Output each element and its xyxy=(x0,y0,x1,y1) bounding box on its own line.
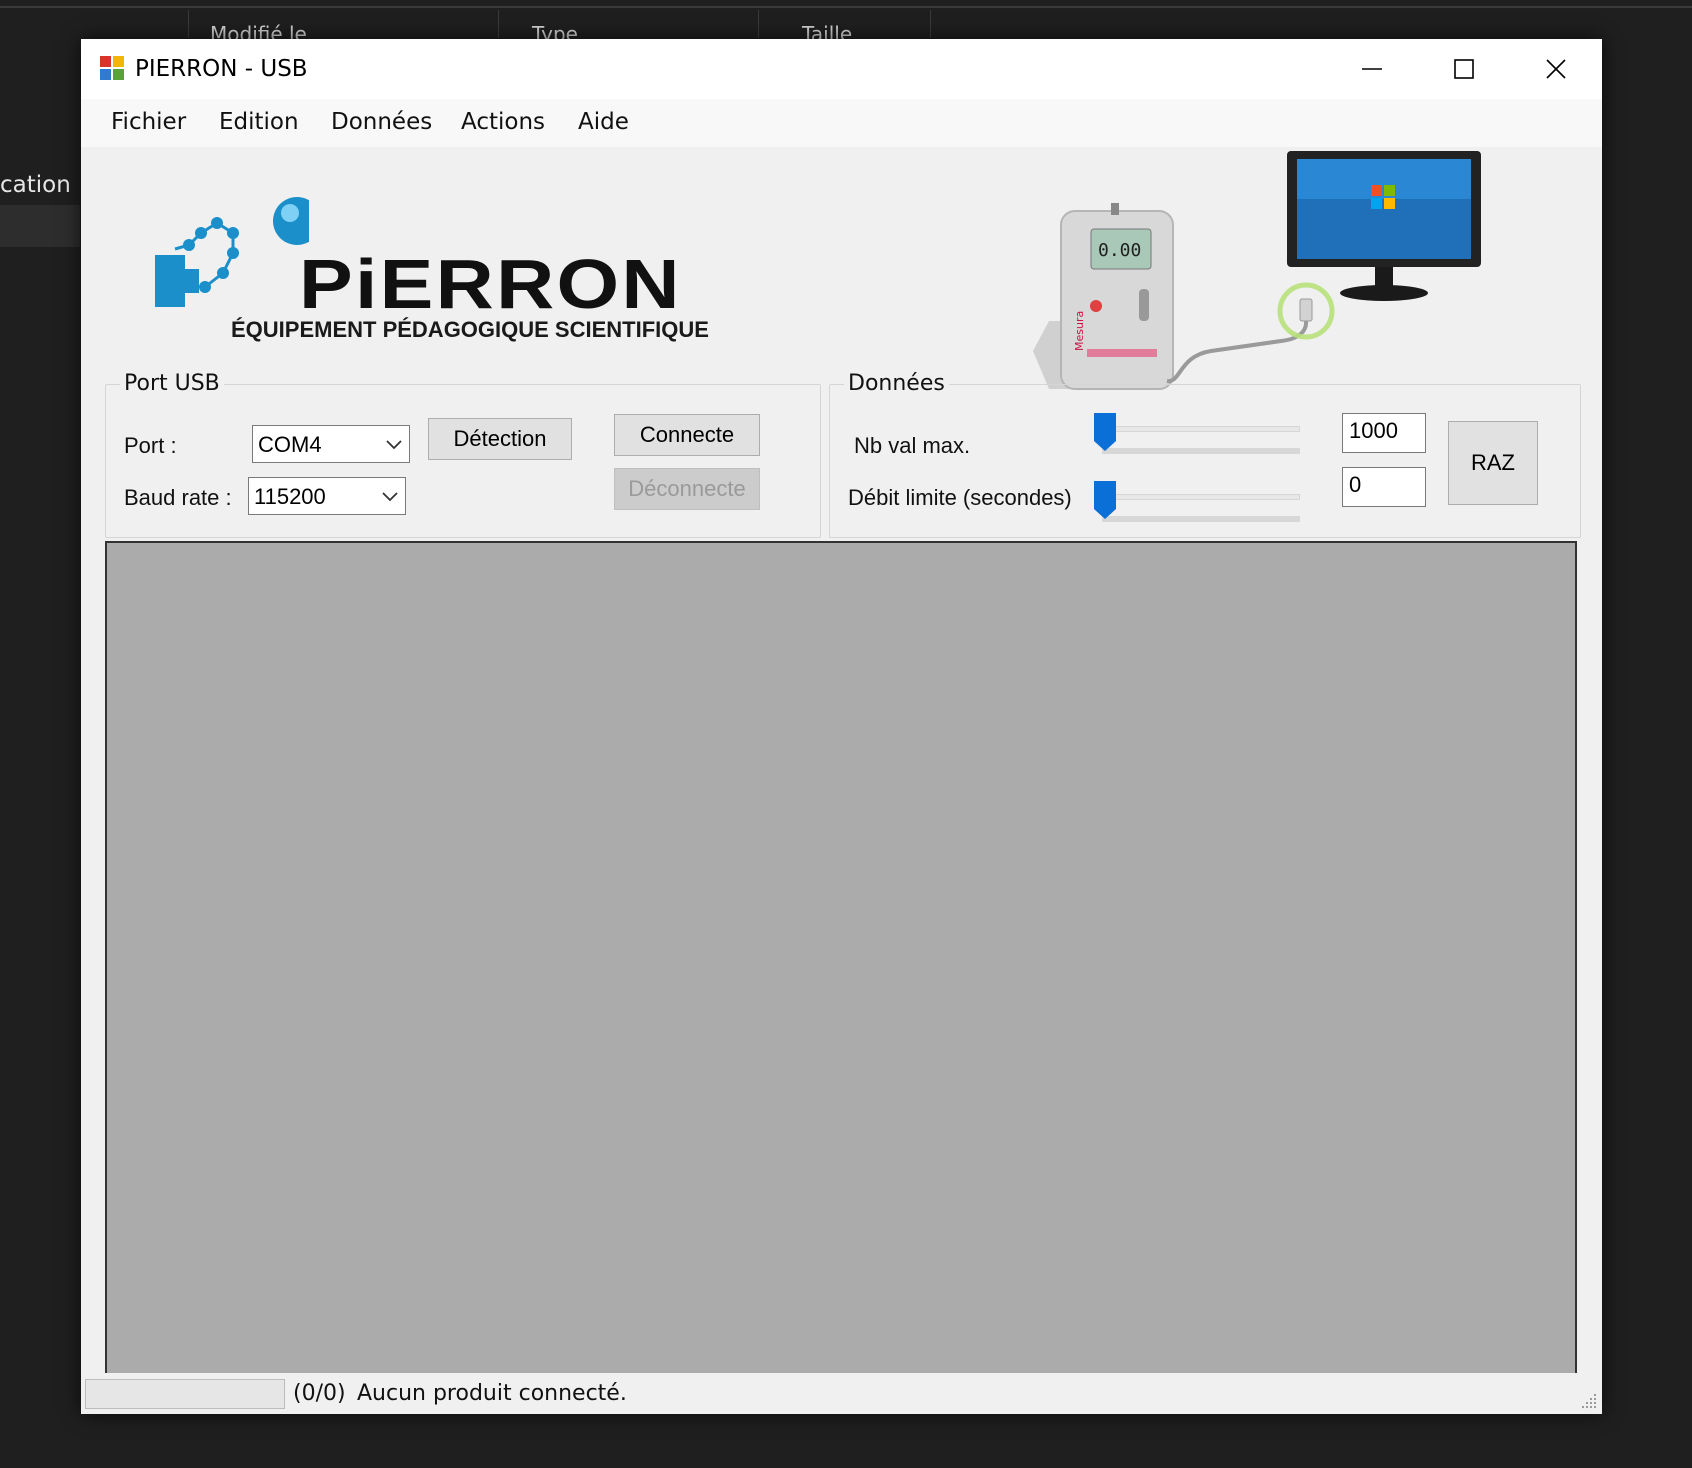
rate-limit-slider-ticks xyxy=(1102,516,1300,522)
max-values-slider-ticks xyxy=(1102,448,1300,454)
baud-rate-label: Baud rate : xyxy=(124,485,232,510)
background-top-line xyxy=(0,6,1692,8)
rate-limit-input[interactable]: 0 xyxy=(1342,467,1426,507)
detection-button[interactable]: Détection xyxy=(428,418,572,460)
rate-limit-label: Débit limite (secondes) xyxy=(848,485,1072,510)
maximize-button[interactable] xyxy=(1419,39,1509,99)
data-group: Données Nb val max. 1000 Débit limite (s… xyxy=(829,371,1581,538)
rate-limit-slider-track[interactable] xyxy=(1094,494,1300,500)
logo-tagline: ÉQUIPEMENT PÉDAGOGIQUE SCIENTIFIQUE xyxy=(231,317,709,342)
reset-button[interactable]: RAZ xyxy=(1448,421,1538,505)
menu-edition[interactable]: Edition xyxy=(219,109,299,135)
pierron-usb-window: PIERRON - USB Fichier Edition Données Ac… xyxy=(81,39,1602,1414)
data-chart-area[interactable] xyxy=(105,541,1577,1373)
maximize-icon xyxy=(1454,59,1474,79)
menu-bar: Fichier Edition Données Actions Aide xyxy=(81,99,1602,147)
usb-group-title: Port USB xyxy=(120,371,224,396)
baud-rate-select[interactable]: 115200 xyxy=(248,477,406,515)
device-connection-illustration: 0.00 Mesura xyxy=(1033,151,1481,390)
window-title: PIERRON - USB xyxy=(135,56,308,82)
menu-fichier[interactable]: Fichier xyxy=(111,109,186,135)
usb-port-group: Port USB Port : COM4 Baud rate : 115200 … xyxy=(105,371,821,538)
max-values-label: Nb val max. xyxy=(854,433,971,458)
port-select-value: COM4 xyxy=(258,432,322,457)
device-brand-label: Mesura xyxy=(1073,311,1086,351)
close-button[interactable] xyxy=(1511,39,1601,99)
status-bar: (0/0) Aucun produit connecté. xyxy=(81,1373,1602,1414)
minimize-icon xyxy=(1362,68,1382,70)
connect-button[interactable]: Connecte xyxy=(614,414,760,456)
menu-donnees[interactable]: Données xyxy=(331,109,432,135)
molecule-logo-icon xyxy=(155,197,309,307)
background-sidebar-item[interactable]: cation xyxy=(0,172,71,198)
menu-actions[interactable]: Actions xyxy=(461,109,545,135)
port-select[interactable]: COM4 xyxy=(252,425,410,463)
chevron-down-icon xyxy=(382,492,398,502)
rate-limit-slider-thumb[interactable] xyxy=(1094,481,1116,519)
column-divider xyxy=(758,10,759,38)
background-sidebar-selection xyxy=(0,205,80,247)
column-divider xyxy=(188,10,189,38)
pierron-logo: PiERRON ÉQUIPEMENT PÉDAGOGIQUE SCIENTIFI… xyxy=(149,187,749,347)
status-count: (0/0) xyxy=(293,1381,346,1406)
max-values-slider-track[interactable] xyxy=(1094,426,1300,432)
column-divider xyxy=(930,10,931,38)
disconnect-button[interactable]: Déconnecte xyxy=(614,468,760,510)
app-icon xyxy=(100,56,124,80)
status-message: Aucun produit connecté. xyxy=(357,1381,627,1406)
logo-brand: PiERRON xyxy=(299,245,682,323)
column-divider xyxy=(498,10,499,38)
data-group-title: Données xyxy=(844,371,949,396)
resize-grip-icon[interactable] xyxy=(1578,1390,1598,1410)
device-display-value: 0.00 xyxy=(1098,240,1141,261)
max-values-slider-thumb[interactable] xyxy=(1094,413,1116,451)
baud-rate-select-value: 115200 xyxy=(254,484,326,509)
close-icon xyxy=(1546,59,1566,79)
chevron-down-icon xyxy=(386,440,402,450)
minimize-button[interactable] xyxy=(1327,39,1417,99)
port-label: Port : xyxy=(124,433,177,458)
max-values-input[interactable]: 1000 xyxy=(1342,413,1426,453)
menu-aide[interactable]: Aide xyxy=(578,109,629,135)
status-progress-bar xyxy=(85,1379,285,1409)
title-bar[interactable]: PIERRON - USB xyxy=(81,39,1602,99)
